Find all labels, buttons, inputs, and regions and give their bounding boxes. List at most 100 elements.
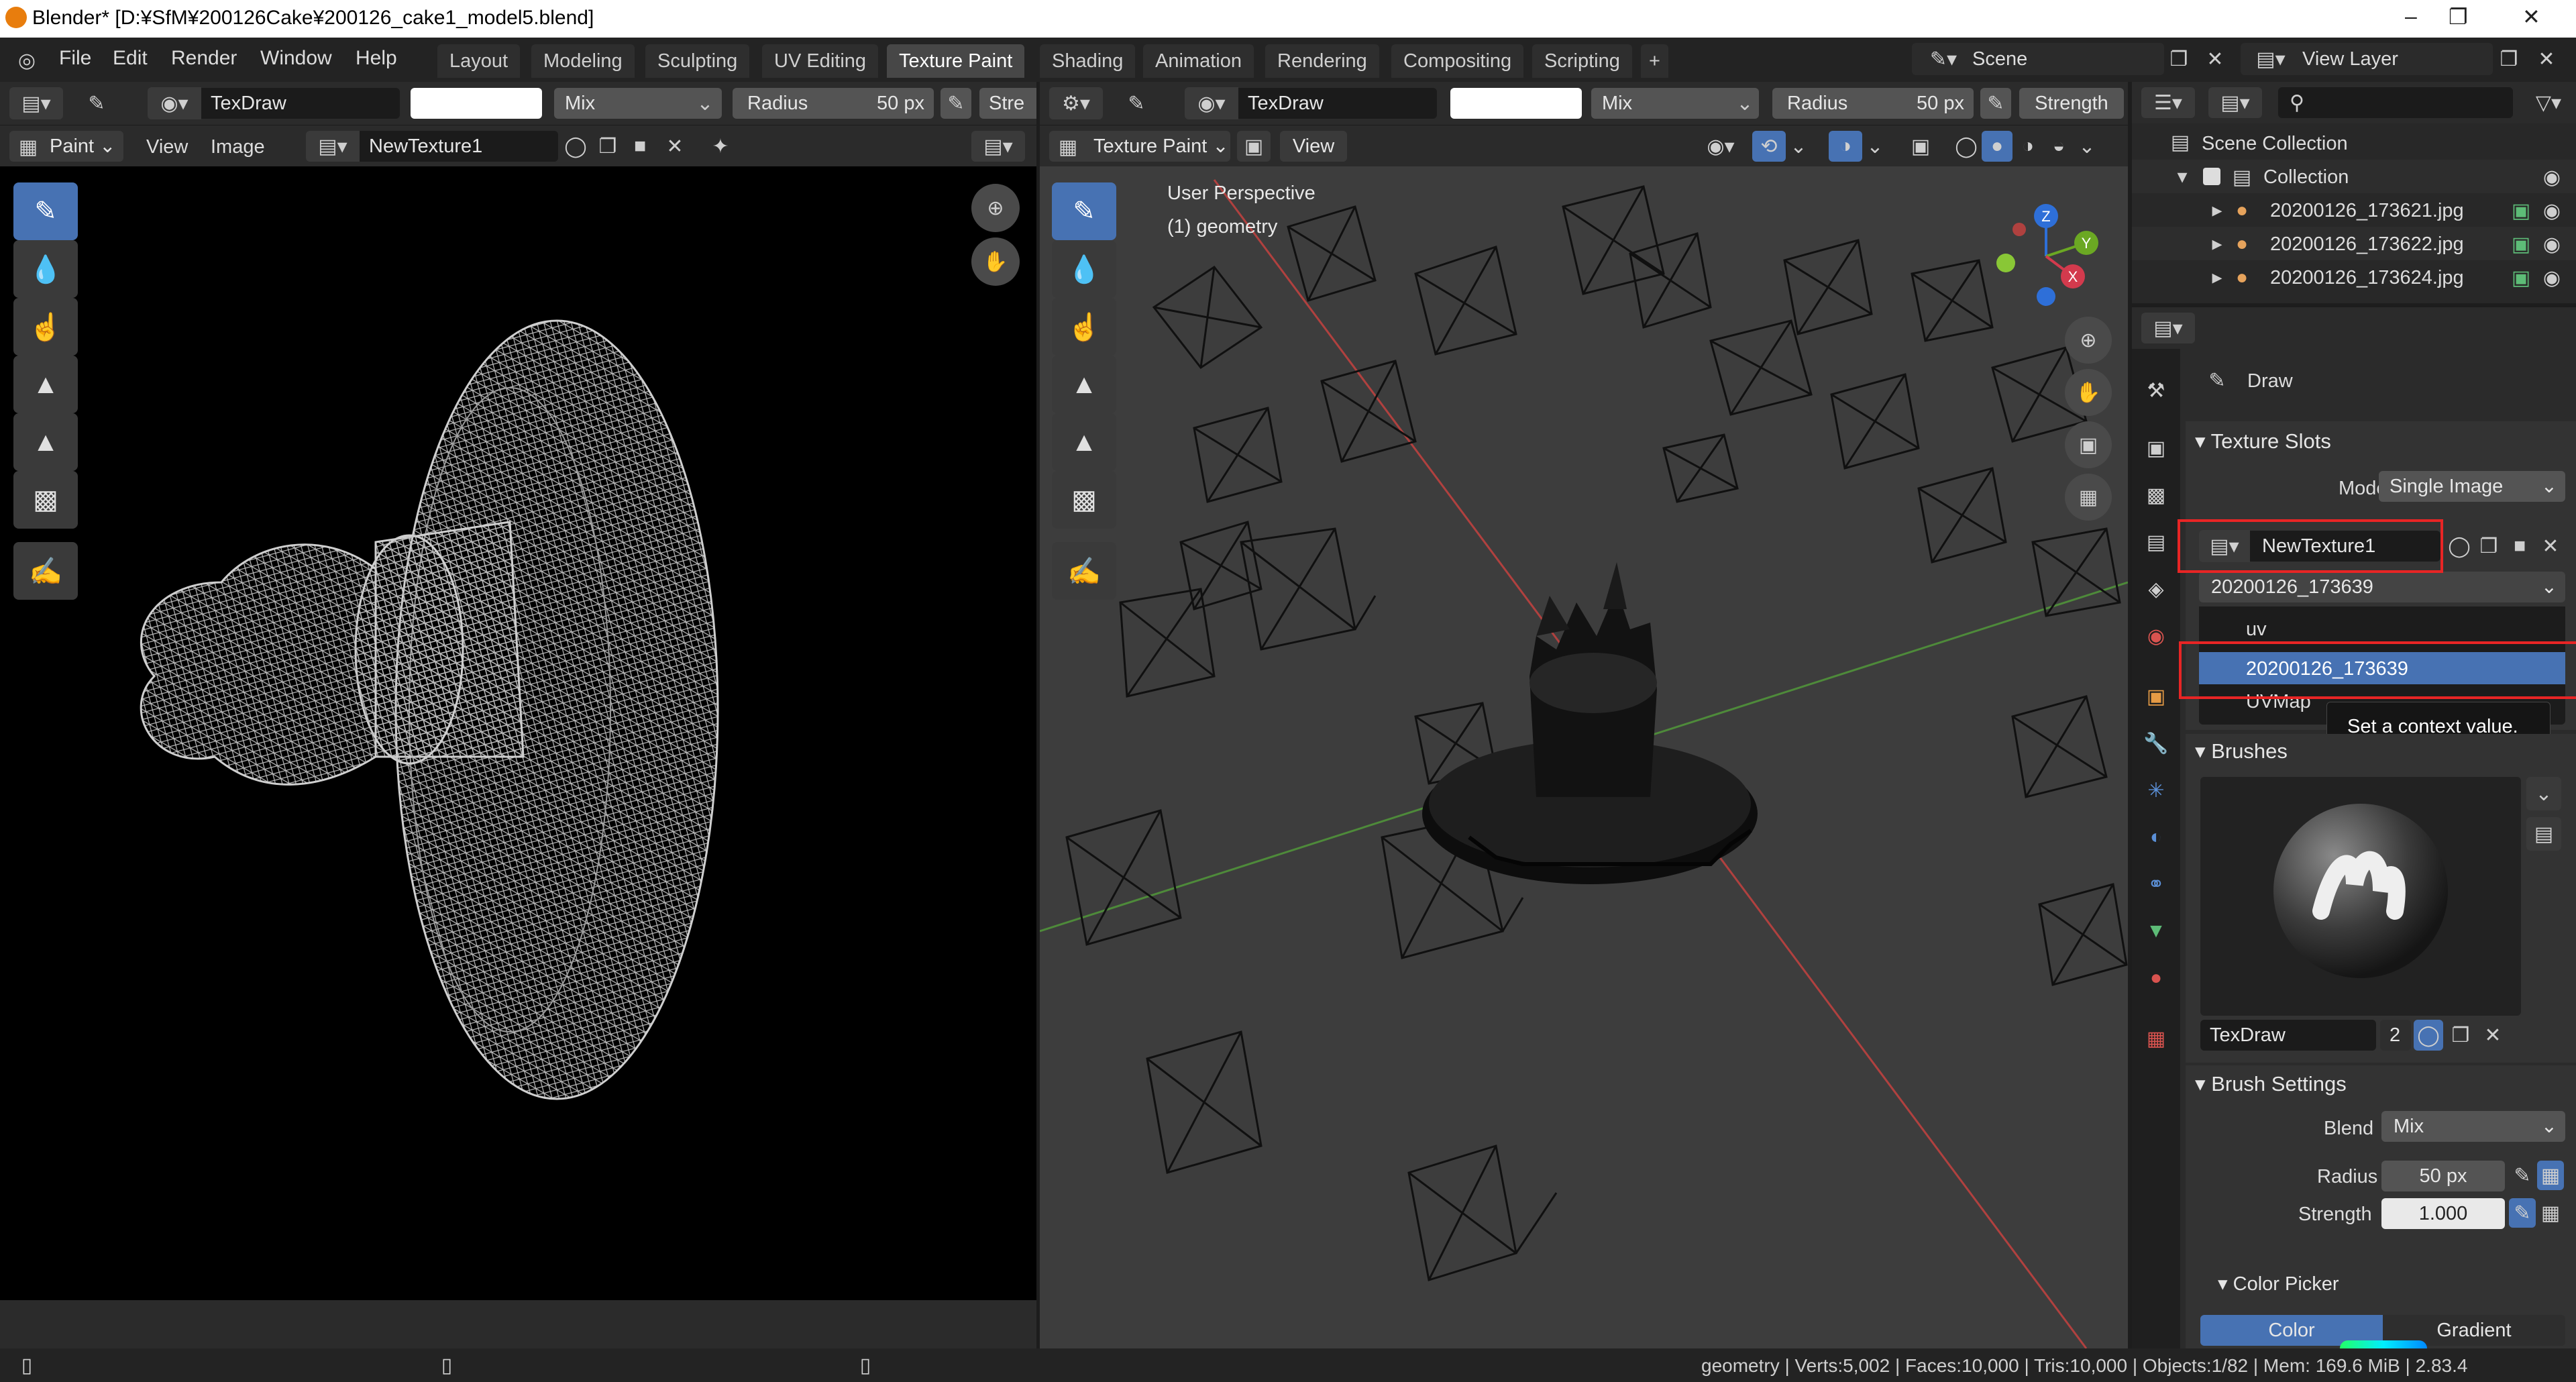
tab-animation[interactable]: Animation — [1143, 44, 1254, 78]
world-tab-icon[interactable]: ◉ — [2137, 617, 2175, 655]
brush-settings-header[interactable]: ▾ Brush Settings — [2195, 1072, 2347, 1096]
tab-rendering[interactable]: Rendering — [1265, 44, 1379, 78]
camera-view-icon[interactable]: ▣ — [2065, 421, 2112, 468]
menu-file[interactable]: File — [59, 47, 91, 70]
delete-view-layer-icon[interactable]: ✕ — [2533, 46, 2560, 72]
tab-texture-paint[interactable]: Texture Paint — [887, 44, 1025, 78]
brush-name-field[interactable]: TexDraw — [1238, 88, 1437, 119]
image-browse-icon[interactable]: ▤▾ — [306, 131, 360, 162]
outliner-row-camera-2[interactable]: ▸ ● 20200126_173622.jpg ▣ ◉ — [2132, 227, 2576, 260]
open-image-folder-icon[interactable]: ■ — [625, 131, 655, 162]
material-shading-icon[interactable]: ◑ — [2012, 131, 2043, 162]
outliner-search-input[interactable] — [2278, 87, 2513, 118]
unlink-image-icon[interactable]: ✕ — [2536, 530, 2565, 562]
navigation-gizmo[interactable]: Z Y X — [1979, 189, 2113, 323]
minimize-button[interactable]: – — [2405, 4, 2417, 29]
new-view-layer-icon[interactable]: ❐ — [2496, 46, 2522, 72]
new-image-icon[interactable]: ❐ — [593, 131, 623, 162]
wireframe-shading-icon[interactable]: ◯ — [1951, 131, 1982, 162]
image-name-field[interactable]: NewTexture1 — [360, 131, 558, 162]
xray-toggle-icon[interactable]: ▣ — [1904, 131, 1937, 162]
editor-type-icon[interactable]: ⚙▾ — [1049, 87, 1103, 119]
tab-compositing[interactable]: Compositing — [1391, 44, 1524, 78]
display-mode-icon[interactable]: ▤▾ — [2208, 87, 2262, 118]
clone-tool-icon[interactable]: ▲ — [1052, 356, 1116, 413]
tab-shading[interactable]: Shading — [1040, 44, 1136, 78]
brush-name-field[interactable]: TexDraw — [2200, 1020, 2376, 1051]
unlink-image-icon[interactable]: ✕ — [660, 131, 690, 162]
menu-view[interactable]: View — [146, 136, 188, 158]
material-tab-icon[interactable]: ● — [2137, 959, 2175, 997]
strength-slider[interactable]: Strength — [2019, 88, 2124, 119]
menu-render[interactable]: Render — [171, 47, 237, 70]
fake-user-shield-icon[interactable]: ◯ — [2445, 530, 2474, 562]
draw-tool-icon[interactable]: ✎ — [1052, 182, 1116, 240]
smear-tool-icon[interactable]: ☝ — [1052, 298, 1116, 356]
fake-user-shield-icon[interactable]: ◯ — [561, 131, 590, 162]
viewport-view-menu[interactable]: View — [1280, 131, 1347, 162]
radius-field[interactable]: 50 px — [2381, 1161, 2505, 1191]
tab-uv-editing[interactable]: UV Editing — [762, 44, 879, 78]
radius-slider[interactable]: Radius 50 px — [1772, 88, 1974, 119]
strength-field[interactable]: 1.000 — [2381, 1198, 2505, 1229]
tab-sculpting[interactable]: Sculpting — [645, 44, 750, 78]
brush-preview-icon[interactable]: ◉▾ — [148, 87, 201, 119]
uv-option-uv[interactable]: uv — [2246, 619, 2267, 641]
data-tab-icon[interactable]: ▼ — [2137, 912, 2175, 950]
pressure-icon[interactable]: ✎ — [941, 88, 971, 119]
outliner-row-camera-1[interactable]: ▸ ● 20200126_173621.jpg ▣ ◉ — [2132, 193, 2576, 227]
strength-pressure-icon[interactable]: ✎ — [2509, 1198, 2536, 1228]
constraints-tab-icon[interactable]: ⚭ — [2137, 865, 2175, 903]
close-button[interactable]: ✕ — [2522, 4, 2540, 30]
blender-menu-icon[interactable]: ◎ — [13, 47, 40, 74]
eye-icon[interactable]: ◉ — [2538, 164, 2565, 191]
radius-slider[interactable]: Radius 50 px — [733, 88, 934, 119]
rendered-shading-icon[interactable]: ◒ — [2043, 131, 2074, 162]
paint-mask-icon[interactable]: ▣ — [1237, 131, 1271, 162]
zoom-icon[interactable]: ⊕ — [2065, 317, 2112, 364]
annotate-tool-icon[interactable]: ✍ — [1052, 542, 1116, 600]
duplicate-brush-icon[interactable]: ❐ — [2446, 1020, 2475, 1051]
brush-color-swatch[interactable] — [411, 88, 542, 119]
menu-window[interactable]: Window — [260, 47, 332, 70]
chevron-down-icon[interactable]: ⌄ — [1865, 131, 1885, 162]
expand-arrow-icon[interactable]: ▸ — [2207, 266, 2227, 288]
view-layer-tab-icon[interactable]: ▤ — [2137, 523, 2175, 561]
blend-mode-dropdown[interactable]: Mix — [1591, 88, 1759, 119]
brush-preview-icon[interactable]: ◉▾ — [1185, 87, 1238, 119]
menu-help[interactable]: Help — [356, 47, 397, 70]
tab-layout[interactable]: Layout — [437, 44, 521, 78]
texture-mode-dropdown[interactable]: Single Image ⌄ — [2379, 471, 2565, 502]
gizmo-toggle-icon[interactable]: ⟲ — [1752, 131, 1786, 162]
chevron-down-icon[interactable]: ⌄ — [1788, 131, 1809, 162]
brush-color-swatch[interactable] — [1450, 88, 1582, 119]
pan-hand-icon[interactable]: ✋ — [2065, 369, 2112, 416]
tool-tab-icon[interactable]: ⚒ — [2137, 372, 2175, 409]
brush-preview-thumbnail[interactable] — [2200, 777, 2521, 1016]
brush-image-icon[interactable]: ▤ — [2526, 817, 2561, 851]
soften-tool-icon[interactable]: 💧 — [1052, 240, 1116, 298]
fake-user-shield-icon[interactable]: ◯ — [2414, 1020, 2443, 1051]
open-image-folder-icon[interactable]: ■ — [2505, 530, 2534, 562]
expand-arrow-icon[interactable]: ▾ — [2172, 165, 2192, 188]
tab-scripting[interactable]: Scripting — [1532, 44, 1632, 78]
outliner-row-collection[interactable]: ▾ ▤ Collection ◉ — [2132, 160, 2576, 193]
texture-tab-icon[interactable]: ▦ — [2137, 1020, 2175, 1057]
output-tab-icon[interactable]: ▩ — [2137, 476, 2175, 514]
outliner-editor-type-icon[interactable]: ☰▾ — [2141, 87, 2195, 118]
strength-lock-icon[interactable]: ▦ — [2537, 1198, 2564, 1228]
brushes-header[interactable]: ▾ Brushes — [2195, 739, 2288, 763]
brush-name-field[interactable]: TexDraw — [201, 88, 400, 119]
pressure-icon[interactable]: ✎ — [1980, 88, 2011, 119]
object-tab-icon[interactable]: ▣ — [2137, 678, 2175, 715]
render-tab-icon[interactable]: ▣ — [2137, 429, 2175, 467]
filter-icon[interactable]: ▽▾ — [2525, 87, 2572, 118]
tab-modeling[interactable]: Modeling — [531, 44, 635, 78]
expand-arrow-icon[interactable]: ▸ — [2207, 199, 2227, 221]
strength-slider[interactable]: Stre — [979, 88, 1036, 119]
new-image-icon[interactable]: ❐ — [2474, 530, 2504, 562]
radius-pressure-icon[interactable]: ✎ — [2509, 1161, 2536, 1190]
radius-unit-icon[interactable]: ▦ — [2537, 1161, 2564, 1190]
eye-icon[interactable]: ◉ — [2538, 197, 2565, 224]
mask-tool-icon[interactable]: ▩ — [1052, 471, 1116, 529]
